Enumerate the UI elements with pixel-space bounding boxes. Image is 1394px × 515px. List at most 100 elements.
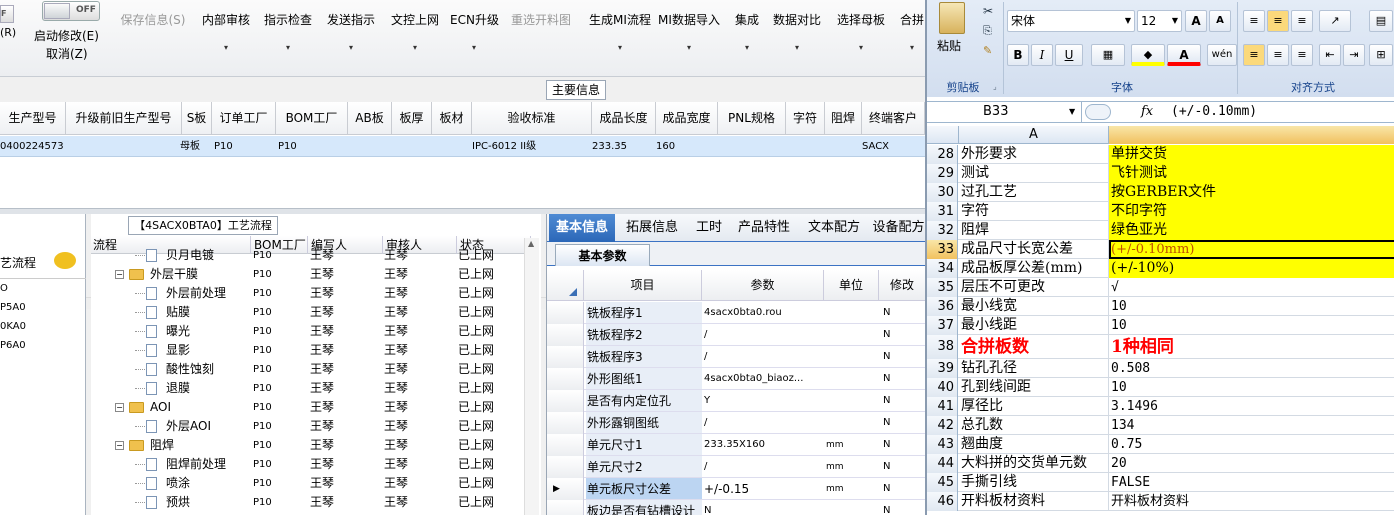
row-number[interactable]: 37 [927, 316, 958, 335]
cell-b[interactable]: FALSE [1109, 473, 1394, 492]
cell-a[interactable]: 孔到线间距 [959, 378, 1109, 397]
param-value[interactable]: 233.35X160 [704, 434, 822, 456]
tree-row[interactable]: 退膜 P10 王琴 王琴 已上网 [91, 379, 531, 398]
paste-button[interactable]: 粘贴 [937, 37, 961, 54]
cell-b[interactable]: 10 [1109, 378, 1394, 397]
toolbar-button-12[interactable]: 合拼 ▾ [898, 0, 925, 76]
formula-input[interactable]: (+/-0.10mm) [1171, 102, 1257, 122]
column-header[interactable]: 生产型号 [0, 102, 66, 135]
tree-row[interactable]: 阻焊前处理 P10 王琴 王琴 已上网 [91, 455, 531, 474]
tab-5[interactable]: 设备配方 [871, 214, 925, 242]
cell-a[interactable]: 厚径比 [959, 397, 1109, 416]
param-value[interactable]: +/-0.15 [704, 478, 822, 500]
grow-font-icon[interactable]: A [1185, 10, 1207, 32]
column-header[interactable]: 板材 [432, 102, 472, 135]
tab-basic-params[interactable]: 基本参数 [555, 244, 650, 266]
copy-icon[interactable]: ⎘ [983, 24, 992, 38]
cell-a[interactable]: 外形要求 [959, 145, 1109, 164]
enable-edit-button[interactable]: 启动修改(E) [34, 27, 99, 44]
cancel-button[interactable]: 取消(Z) [46, 45, 88, 62]
param-value[interactable]: Y [704, 390, 822, 412]
tree-row[interactable]: 贝月电镀 P10 王琴 王琴 已上网 [91, 246, 531, 265]
param-modify[interactable]: N [883, 346, 923, 368]
cell-a[interactable]: 测试 [959, 164, 1109, 183]
toolbar-button-11[interactable]: 选择母板 ▾ [835, 0, 887, 76]
param-modify[interactable]: N [883, 390, 923, 412]
param-value[interactable]: / [704, 456, 822, 478]
tab-3[interactable]: 产品特性 [731, 214, 797, 242]
collapse-toggle-icon[interactable]: − [115, 441, 124, 450]
border-icon[interactable]: ▦ [1091, 44, 1125, 66]
tree-row[interactable]: 外层前处理 P10 王琴 王琴 已上网 [91, 284, 531, 303]
tree-row[interactable]: 喷涂 P10 王琴 王琴 已上网 [91, 474, 531, 493]
param-modify[interactable]: N [883, 302, 923, 324]
cell-b[interactable]: √ [1109, 278, 1394, 297]
cell-b[interactable]: (+/-0.10mm) [1109, 240, 1394, 259]
cell-b[interactable]: 绿色亚光 [1109, 221, 1394, 240]
column-header[interactable]: AB板 [348, 102, 392, 135]
toggle-fragment[interactable]: F [0, 5, 14, 23]
font-name-select[interactable]: 宋体 ▼ [1007, 10, 1135, 32]
toolbar-button-6[interactable]: 重选开料图 [508, 0, 574, 76]
row-number[interactable]: 36 [927, 297, 958, 316]
tree-row[interactable]: − 阻焊 P10 王琴 王琴 已上网 [91, 436, 531, 455]
column-header[interactable]: BOM工厂 [276, 102, 348, 135]
param-modify[interactable]: N [883, 500, 923, 515]
format-painter-icon[interactable]: ✎ [983, 44, 992, 57]
toolbar-button-9[interactable]: 集成 ▾ [732, 0, 762, 76]
toolbar-button-8[interactable]: MI数据导入 ▾ [656, 0, 722, 76]
cell-a[interactable]: 开料板材资料 [959, 492, 1109, 511]
table-row[interactable]: 单元尺寸1 233.35X160 mm N [547, 434, 925, 456]
cut-icon[interactable]: ✂ [983, 4, 993, 18]
row-number[interactable]: 35 [927, 278, 958, 297]
row-number[interactable]: 29 [927, 164, 958, 183]
param-value[interactable]: / [704, 412, 822, 434]
cell-a[interactable]: 成品板厚公差(mm) [959, 259, 1109, 278]
row-number[interactable]: 31 [927, 202, 958, 221]
cell-b[interactable]: 飞针测试 [1109, 164, 1394, 183]
table-row[interactable]: 0400224573 母板 P10 P10 IPC-6012 II级 233.35 160 S… [0, 136, 925, 157]
cell-a[interactable]: 钻孔孔径 [959, 359, 1109, 378]
column-header[interactable]: 修改 [879, 270, 925, 301]
merge-icon[interactable]: ⊞ [1369, 44, 1393, 66]
column-header[interactable]: PNL规格 [718, 102, 786, 135]
toolbar-button-5[interactable]: ECN升级 ▾ [450, 0, 499, 76]
column-header[interactable]: 成品宽度 [656, 102, 718, 135]
tab-4[interactable]: 文本配方 [801, 214, 867, 242]
cell-b[interactable]: 134 [1109, 416, 1394, 435]
row-number[interactable]: 28 [927, 145, 958, 164]
table-row[interactable]: 铣板程序1 4sacx0bta0.rou N [547, 302, 925, 324]
align-left-icon[interactable]: ≡ [1243, 44, 1265, 66]
cell-b[interactable]: 不印字符 [1109, 202, 1394, 221]
list-item[interactable]: P5A0 [0, 301, 26, 315]
row-number[interactable]: 43 [927, 435, 958, 454]
cell-b[interactable]: 10 [1109, 316, 1394, 335]
param-value[interactable]: 4sacx0bta0.rou [704, 302, 822, 324]
table-row[interactable]: 铣板程序3/ N [547, 346, 925, 368]
bold-button[interactable]: B [1007, 44, 1029, 66]
tree-row[interactable]: 酸性蚀刻 P10 王琴 王琴 已上网 [91, 360, 531, 379]
column-header[interactable]: 项目 [584, 270, 702, 301]
cell-b[interactable]: 按GERBER文件 [1109, 183, 1394, 202]
toolbar-button-3[interactable]: 发送指示 ▾ [325, 0, 377, 76]
tree-row[interactable]: − 外层干膜 P10 王琴 王琴 已上网 [91, 265, 531, 284]
align-middle-icon[interactable]: ≡ [1267, 10, 1289, 32]
cell-a[interactable]: 最小线距 [959, 316, 1109, 335]
cell-a[interactable]: 合拼板数 [959, 335, 1109, 359]
column-header[interactable]: 阻焊 [825, 102, 862, 135]
row-number[interactable]: 42 [927, 416, 958, 435]
column-header[interactable]: 订单工厂 [212, 102, 276, 135]
column-header[interactable]: 成品长度 [592, 102, 656, 135]
param-modify[interactable]: N [883, 434, 923, 456]
font-color-icon[interactable]: A [1167, 44, 1201, 66]
cell-a[interactable]: 字符 [959, 202, 1109, 221]
cell-a[interactable]: 层压不可更改 [959, 278, 1109, 297]
align-right-icon[interactable]: ≡ [1291, 44, 1313, 66]
param-modify[interactable]: N [883, 412, 923, 434]
align-center-icon[interactable]: ≡ [1267, 44, 1289, 66]
cell-b[interactable]: 单拼交货 [1109, 145, 1394, 164]
table-row[interactable]: 单元尺寸2/ mm N [547, 456, 925, 478]
fill-color-icon[interactable]: ◆ [1131, 44, 1165, 66]
increase-indent-icon[interactable]: ⇥ [1343, 44, 1365, 66]
italic-button[interactable]: I [1031, 44, 1053, 66]
